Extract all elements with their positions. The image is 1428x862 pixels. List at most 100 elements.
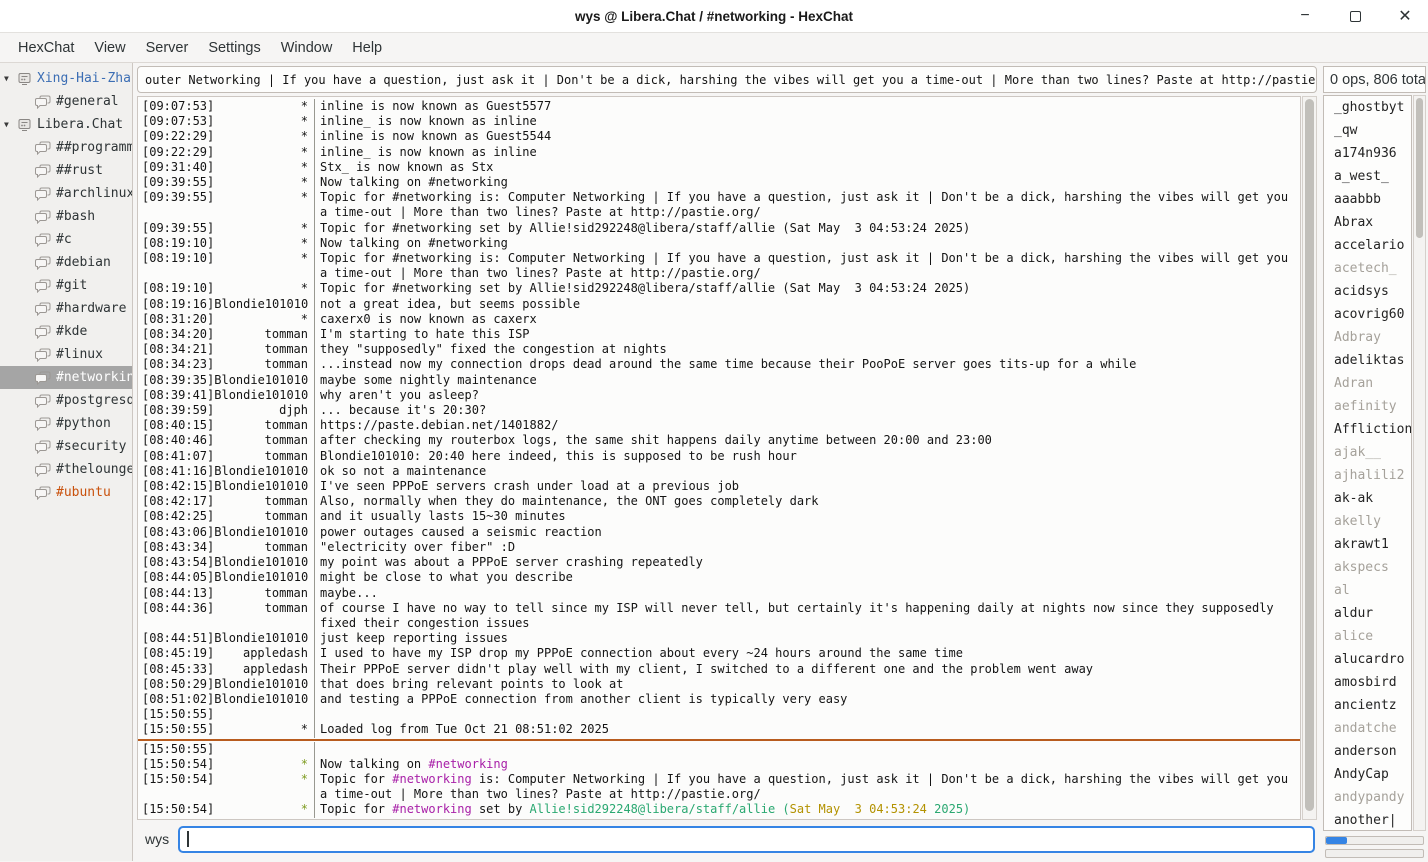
sidebar-item-ubuntu[interactable]: #ubuntu (0, 481, 132, 504)
sidebar-item-label: #general (56, 94, 119, 109)
chat-line-meta: [09:22:29]* (138, 129, 314, 144)
topic-input[interactable]: outer Networking | If you have a questio… (137, 66, 1317, 93)
user-list-item-amosbird[interactable]: amosbird (1334, 675, 1411, 698)
user-list-item-al[interactable]: al (1334, 583, 1411, 606)
user-list-item-acovrig60[interactable]: acovrig60 (1334, 307, 1411, 330)
user-list-item-ajhalili2[interactable]: ajhalili2 (1334, 468, 1411, 491)
user-list-item-anderson[interactable]: anderson (1334, 744, 1411, 767)
message-text: Topic for #networking is: Computer Netwo… (314, 251, 1300, 281)
timestamp: [08:39:35] (142, 373, 214, 388)
user-list-item-andatche[interactable]: andatche (1334, 721, 1411, 744)
user-list-item-abrax[interactable]: Abrax (1334, 215, 1411, 238)
menu-item-server[interactable]: Server (136, 36, 199, 60)
chat-area[interactable]: [09:07:53]*inline is now known as Guest5… (137, 96, 1301, 820)
timestamp: [08:42:15] (142, 479, 214, 494)
sidebar-item-xing-hai-zhan[interactable]: ▼Xing-Hai-Zhan (0, 67, 132, 90)
message-segment: that does bring relevant points to look … (320, 677, 623, 691)
message-input[interactable] (178, 826, 1315, 853)
user-list-item-akelly[interactable]: akelly (1334, 514, 1411, 537)
message-segment: "electricity over fiber" :D (320, 540, 515, 554)
user-list-item-qw[interactable]: _qw (1334, 123, 1411, 146)
menu-item-window[interactable]: Window (271, 36, 343, 60)
user-list-item-ancientz[interactable]: ancientz (1334, 698, 1411, 721)
message-text (314, 742, 1300, 757)
user-list-item-ajak[interactable]: ajak__ (1334, 445, 1411, 468)
chat-scrollbar[interactable] (1302, 96, 1317, 820)
user-list-item-acetech[interactable]: acetech_ (1334, 261, 1411, 284)
sidebar-item-git[interactable]: #git (0, 274, 132, 297)
menu-item-view[interactable]: View (84, 36, 135, 60)
user-list-item-aaabbb[interactable]: aaabbb (1334, 192, 1411, 215)
sidebar-item-archlinux[interactable]: #archlinux (0, 182, 132, 205)
sidebar-item-libera-chat[interactable]: ▼Libera.Chat (0, 113, 132, 136)
user-list-item-a-west[interactable]: a_west_ (1334, 169, 1411, 192)
user-list-item-adeliktas[interactable]: adeliktas (1334, 353, 1411, 376)
maximize-button[interactable] (1342, 3, 1368, 29)
sidebar-item-rust[interactable]: ##rust (0, 159, 132, 182)
message-segment: Now talking on (320, 757, 428, 771)
sidebar-item-programming[interactable]: ##programming (0, 136, 132, 159)
user-list-item-aldur[interactable]: aldur (1334, 606, 1411, 629)
message-segment: Blondie101010: 20:40 here indeed, this i… (320, 449, 797, 463)
user-list-scrollbar-thumb[interactable] (1416, 98, 1423, 238)
user-list-item-affliction[interactable]: Affliction (1334, 422, 1411, 445)
user-list-item-ak-ak[interactable]: ak-ak (1334, 491, 1411, 514)
user-list-item-another[interactable]: another| (1334, 813, 1411, 831)
sidebar-item-linux[interactable]: #linux (0, 343, 132, 366)
user-list-item-adbray[interactable]: Adbray (1334, 330, 1411, 353)
message-text: https://paste.debian.net/1401882/ (314, 418, 1300, 433)
user-list-item-andycap[interactable]: AndyCap (1334, 767, 1411, 790)
sidebar-item-general[interactable]: #general (0, 90, 132, 113)
sidebar-item-c[interactable]: #c (0, 228, 132, 251)
user-list-item-akspecs[interactable]: akspecs (1334, 560, 1411, 583)
user-list-item-akrawt1[interactable]: akrawt1 (1334, 537, 1411, 560)
expander-icon[interactable]: ▼ (4, 120, 17, 129)
sidebar-item-bash[interactable]: #bash (0, 205, 132, 228)
timestamp: [15:50:54] (142, 802, 214, 817)
sidebar-item-python[interactable]: #python (0, 412, 132, 435)
close-button[interactable]: ✕ (1392, 3, 1418, 29)
user-list-item-a174n936[interactable]: a174n936 (1334, 146, 1411, 169)
channel-icon (35, 233, 51, 247)
message-text: inline_ is now known as inline (314, 114, 1300, 129)
user-list-scrollbar[interactable] (1413, 95, 1426, 831)
sidebar-item-networking[interactable]: #networking (0, 366, 132, 389)
user-list-item-alucardro[interactable]: alucardro (1334, 652, 1411, 675)
channel-icon (35, 371, 51, 385)
expander-icon[interactable]: ▼ (4, 74, 17, 83)
nick: * (301, 312, 308, 327)
chat-line: [09:22:29]*inline is now known as Guest5… (138, 129, 1300, 144)
sidebar-item-debian[interactable]: #debian (0, 251, 132, 274)
menu-item-help[interactable]: Help (342, 36, 392, 60)
user-list-item-aefinity[interactable]: aefinity (1334, 399, 1411, 422)
text-caret (187, 831, 189, 847)
message-segment: ...instead now my connection drops dead … (320, 357, 1136, 371)
sidebar-item-label: #python (56, 416, 111, 431)
chat-line-meta: [08:42:17]tomman (138, 494, 314, 509)
menu-item-settings[interactable]: Settings (198, 36, 270, 60)
nick: Blondie101010 (214, 297, 308, 312)
sidebar-item-label: #c (56, 232, 72, 247)
channel-icon (35, 279, 51, 293)
chat-scrollbar-thumb[interactable] (1305, 99, 1314, 811)
user-list[interactable]: _ghostbyt_qwa174n936a_west_aaabbbAbraxac… (1323, 95, 1412, 831)
minimize-button[interactable]: − (1292, 3, 1318, 29)
user-list-item-andypandy[interactable]: andypandy (1334, 790, 1411, 813)
message-text: Now talking on #networking (314, 757, 1300, 772)
sidebar-item-thelounge[interactable]: #thelounge (0, 458, 132, 481)
nick: * (301, 160, 308, 175)
chat-line: [09:07:53]*inline is now known as Guest5… (138, 99, 1300, 114)
nick: Blondie101010 (214, 692, 308, 707)
sidebar-item-postgresql[interactable]: #postgresql (0, 389, 132, 412)
user-list-item-alice[interactable]: alice (1334, 629, 1411, 652)
sidebar-item-kde[interactable]: #kde (0, 320, 132, 343)
user-list-item-acidsys[interactable]: acidsys (1334, 284, 1411, 307)
user-list-item-accelario[interactable]: accelario (1334, 238, 1411, 261)
sidebar-item-hardware[interactable]: #hardware (0, 297, 132, 320)
message-text: of course I have no way to tell since my… (314, 601, 1300, 631)
menu-item-hexchat[interactable]: HexChat (8, 36, 84, 60)
user-list-item-adran[interactable]: Adran (1334, 376, 1411, 399)
sidebar-item-security[interactable]: #security (0, 435, 132, 458)
chat-line: [08:43:34]tomman"electricity over fiber"… (138, 540, 1300, 555)
user-list-item-ghostbyt[interactable]: _ghostbyt (1334, 100, 1411, 123)
